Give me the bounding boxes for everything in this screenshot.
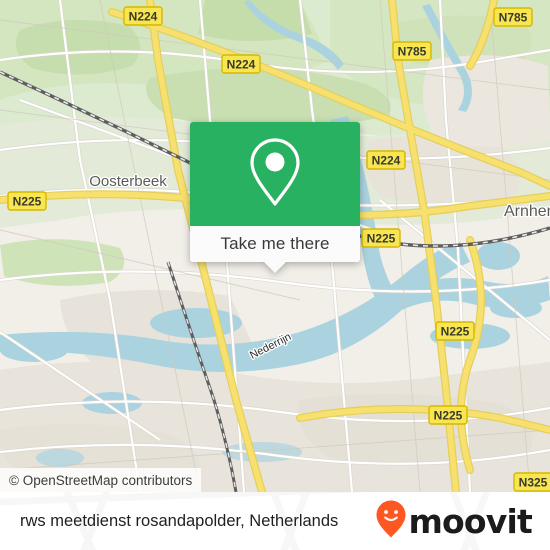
road-shield: N224 [123,6,163,26]
place-label: Oosterbeek [89,173,167,190]
location-caption: rws meetdienst rosandapolder, Netherland… [20,492,338,550]
popup-tail [263,261,287,273]
road-shield-label: N224 [129,9,158,23]
road-shield-label: N225 [367,231,396,245]
road-shield-label: N785 [499,10,528,24]
location-popup[interactable]: Take me there [190,122,360,273]
moovit-map-page: N224 N224 N785 N785 N224 N225 N225 N225 N225 N325… [0,0,550,550]
road-shield: N224 [221,54,261,74]
road-shield-label: N325 [519,475,548,489]
road-shield-label: N225 [13,194,42,208]
footer-bar: rws meetdienst rosandapolder, Netherland… [0,492,550,550]
popup-header [190,122,360,226]
moovit-logo[interactable]: moovit [376,492,533,550]
road-shield: N785 [392,41,432,61]
road-shield: N225 [361,228,401,248]
road-shield: N225 [7,191,47,211]
osm-attribution[interactable]: © OpenStreetMap contributors [0,468,202,492]
attribution-text: © OpenStreetMap contributors [9,472,193,488]
road-shield-label: N225 [434,408,463,422]
road-shield-label: N224 [372,153,401,167]
place-label: Arnhem [504,203,550,220]
map-pin-icon [246,136,304,213]
road-shield: N225 [428,405,468,425]
moovit-pin-icon [376,500,406,543]
take-me-there-label: Take me there [220,234,330,253]
popup-footer[interactable]: Take me there [190,226,360,273]
road-shield: N224 [366,150,406,170]
road-shield-label: N224 [227,57,256,71]
caption-text: rws meetdienst rosandapolder, Netherland… [20,511,339,530]
road-shield-label: N225 [441,324,470,338]
moovit-wordmark: moovit [408,501,532,541]
road-shield: N325 [513,472,550,492]
road-shield: N785 [493,7,533,27]
road-shield-label: N785 [398,44,427,58]
road-shield: N225 [435,321,475,341]
